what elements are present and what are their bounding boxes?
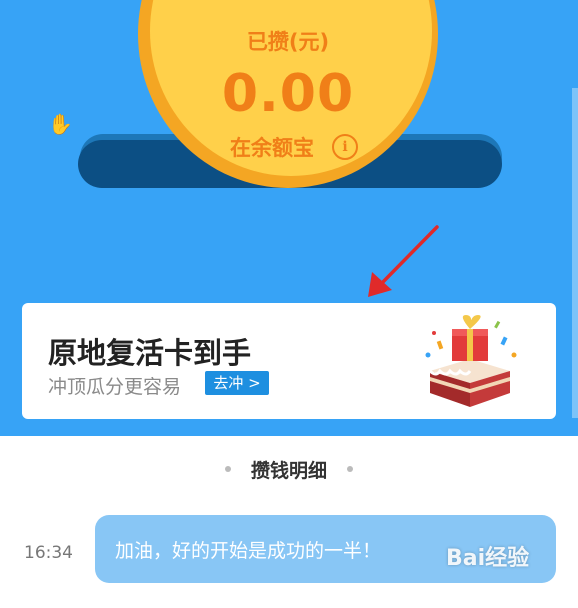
- section-title: 攒钱明细: [250, 460, 327, 482]
- watermark-logo: Bai经验: [446, 546, 530, 571]
- message-text: 加油，好的开始是成功的一半！: [115, 540, 382, 562]
- section-dot-right: [347, 466, 353, 472]
- watermark-url: jingyan.baidu.com: [470, 592, 554, 602]
- red-arrow-annotation: [368, 225, 439, 297]
- savings-header: 已攒(元) 0.00 在余额宝 i ✋ 原地复活卡到手 冲顶瓜分更容易 去冲 >: [0, 0, 578, 436]
- message-time: 16:34: [24, 543, 73, 563]
